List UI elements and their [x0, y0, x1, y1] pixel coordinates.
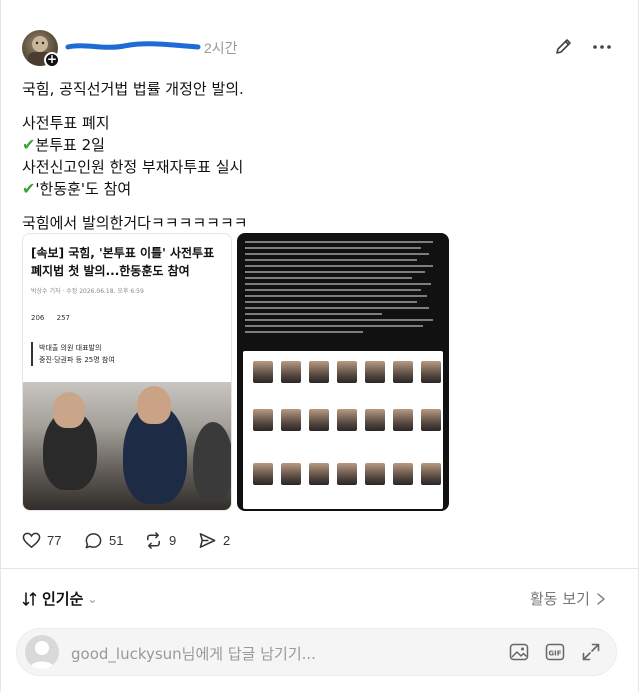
reply-box[interactable]: good_luckysun님에게 답글 남기기... GIF [16, 628, 617, 676]
image-icon[interactable] [508, 641, 530, 663]
check-mark-icon: ✔ [22, 135, 36, 154]
post-actions: 77 51 9 2 [22, 531, 322, 553]
post-line-3: ✔본투표 2일 [22, 135, 105, 154]
share-count: 2 [223, 533, 231, 548]
news-stats: 206 257 [31, 314, 227, 322]
activity-label: 활동 보기 [530, 590, 590, 608]
more-dots-icon[interactable] [592, 44, 612, 50]
repost-button[interactable]: 9 [144, 531, 176, 550]
edit-pencil-icon[interactable] [554, 36, 574, 56]
news-like-count: 206 [31, 314, 45, 322]
post-line-5: ✔'한동훈'도 참여 [22, 179, 132, 198]
post-timestamp: 2시간 [204, 40, 238, 56]
like-button[interactable]: 77 [22, 531, 61, 550]
news-comment-count: 257 [56, 314, 70, 322]
post-body: 국힘, 공직선거법 법률 개정안 발의. 사전투표 폐지 ✔본투표 2일 사전신… [22, 78, 618, 234]
sort-dropdown[interactable]: 인기순 ⌄ [22, 588, 97, 609]
username-redaction [65, 41, 201, 50]
follow-plus-icon[interactable]: + [44, 52, 60, 68]
heart-icon [22, 532, 41, 549]
chevron-down-icon: ⌄ [87, 591, 98, 606]
post-line-1: 국힘, 공직선거법 법률 개정안 발의. [22, 80, 244, 98]
news-headline: [속보] 국힘, '본투표 이틀' 사전투표 폐지법 첫 발의...한동훈도 참… [31, 246, 215, 278]
news-meta: 박상수 기자 · 수정 2026.06.18. 오후 6:59 [31, 288, 144, 295]
comment-bubble-icon [85, 533, 102, 549]
svg-text:GIF: GIF [548, 650, 561, 658]
share-button[interactable]: 2 [198, 531, 230, 550]
activity-link[interactable]: 활동 보기 [530, 588, 606, 609]
reply-avatar [25, 635, 59, 669]
post-line-6: 국힘에서 발의한거다ㅋㅋㅋㅋㅋㅋㅋ [22, 214, 248, 232]
send-icon [199, 533, 216, 548]
repost-count: 9 [169, 533, 177, 548]
post-line-4: 사전신고인원 한정 부재자투표 실시 [22, 158, 244, 176]
post-line-2: 사전투표 폐지 [22, 114, 110, 132]
comment-button[interactable]: 51 [84, 531, 123, 550]
repost-icon [147, 532, 160, 549]
portrait-grid [243, 351, 443, 509]
expand-icon[interactable] [580, 641, 602, 663]
gif-icon[interactable]: GIF [544, 641, 566, 663]
check-mark-icon: ✔ [22, 179, 36, 198]
like-count: 77 [47, 533, 62, 548]
news-screenshot-image[interactable]: [속보] 국힘, '본투표 이틀' 사전투표 폐지법 첫 발의...한동훈도 참… [22, 233, 232, 511]
reply-toolbar: GIF [508, 641, 602, 663]
comment-count: 51 [109, 533, 124, 548]
chevron-right-icon [597, 592, 605, 605]
sort-arrows-icon [22, 591, 37, 606]
reply-input[interactable]: good_luckysun님에게 답글 남기기... [71, 643, 316, 664]
news-quote: 박대출 의원 대표발의 중진·당권파 등 25명 참여 [31, 342, 221, 366]
document-screenshot-image[interactable] [237, 233, 449, 511]
sort-label: 인기순 [42, 590, 84, 608]
document-text-block [245, 241, 441, 337]
news-photo [23, 382, 231, 510]
section-divider [0, 568, 639, 569]
